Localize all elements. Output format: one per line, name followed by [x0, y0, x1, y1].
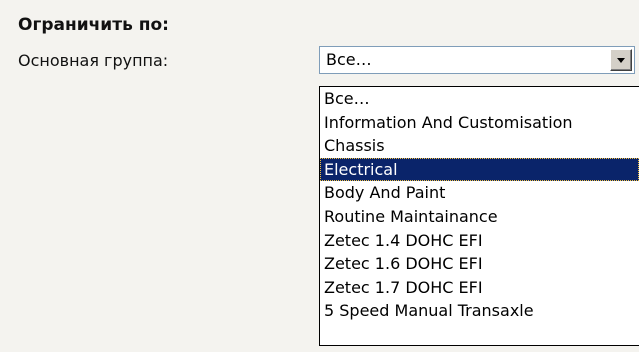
dropdown-option-routine-maintainance[interactable]: Routine Maintainance: [320, 205, 639, 229]
dropdown-option-zetec-1-6[interactable]: Zetec 1.6 DOHC EFI: [320, 252, 639, 276]
dropdown-option-all[interactable]: Все…: [320, 87, 639, 111]
dropdown-option-body-and-paint[interactable]: Body And Paint: [320, 181, 639, 205]
filter-panel: Ограничить по: Основная группа: Все… Все…: [0, 0, 639, 352]
dropdown-option-zetec-1-4[interactable]: Zetec 1.4 DOHC EFI: [320, 229, 639, 253]
main-group-dropdown-list[interactable]: Все… Information And Customisation Chass…: [319, 86, 639, 346]
dropdown-option-chassis[interactable]: Chassis: [320, 134, 639, 158]
main-group-label: Основная группа:: [18, 51, 169, 70]
dropdown-option-zetec-1-7[interactable]: Zetec 1.7 DOHC EFI: [320, 276, 639, 300]
dropdown-option-electrical[interactable]: Electrical: [320, 157, 639, 182]
filter-section-title: Ограничить по:: [18, 15, 169, 35]
dropdown-option-information-and-customisation[interactable]: Information And Customisation: [320, 111, 639, 135]
main-group-select[interactable]: Все…: [319, 46, 635, 74]
main-group-selected-value: Все…: [326, 50, 372, 69]
chevron-down-icon: [617, 58, 625, 63]
dropdown-option-5-speed-manual-transaxle[interactable]: 5 Speed Manual Transaxle: [320, 299, 639, 323]
dropdown-button[interactable]: [610, 49, 632, 71]
